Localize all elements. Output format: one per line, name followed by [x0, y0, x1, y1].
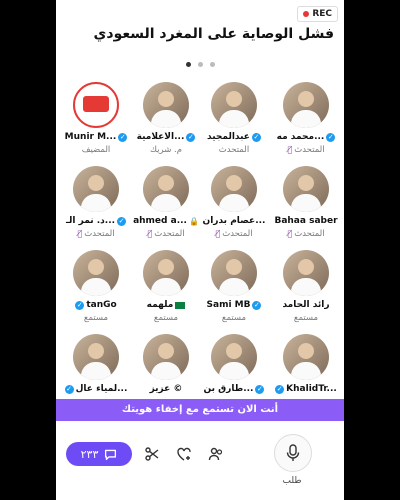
- verified-icon: ✓: [117, 216, 127, 226]
- bottom-toolbar: ٢٣٣ طلب: [56, 428, 344, 500]
- speaker-name: Munir M...: [64, 132, 117, 142]
- avatar[interactable]: [73, 166, 119, 212]
- speaker-role: المتحدث: [218, 144, 250, 155]
- avatar[interactable]: [283, 82, 329, 128]
- participants-button[interactable]: [204, 442, 228, 466]
- page-dot[interactable]: [209, 62, 215, 67]
- speaker-name: طارق بن...: [203, 384, 254, 394]
- room-title: فشل الوصاية على المغرد السعودي: [93, 26, 334, 42]
- page-dot[interactable]: [197, 62, 203, 67]
- verified-icon: ✓: [326, 132, 336, 142]
- speaker-card[interactable]: محمد مه... ✓ 🎙̸ المتحدث: [272, 82, 340, 162]
- speaker-role: المتحدث: [294, 228, 325, 239]
- speaker-role: المتحدث: [154, 228, 185, 239]
- avatar[interactable]: [143, 334, 189, 380]
- mic-off-icon: 🎙̸: [287, 145, 293, 154]
- speaker-role: المتحدث: [84, 228, 115, 239]
- verified-icon: ✓: [186, 132, 196, 142]
- mic-off-icon: 🎙̸: [287, 229, 293, 238]
- speaker-card[interactable]: Munir M... ✓ المضيف: [62, 82, 130, 162]
- verified-icon: ✓: [118, 132, 128, 142]
- people-icon: [208, 447, 223, 461]
- scissors-icon: [145, 447, 159, 461]
- speaker-role: م. شريك: [149, 144, 182, 155]
- avatar[interactable]: [283, 250, 329, 296]
- speaker-row: محمد مه... ✓ 🎙̸ المتحدث عبدالمجيد ✓ المتحدث…: [56, 82, 344, 162]
- avatar[interactable]: [143, 166, 189, 212]
- speaker-name: عبدالمجيد: [207, 132, 250, 142]
- chat-bubble-icon: [105, 449, 117, 460]
- comments-button[interactable]: ٢٣٣: [66, 442, 132, 466]
- lock-icon: 🔒: [188, 216, 199, 226]
- speaker-role: مستمع: [83, 312, 109, 323]
- speaker-name: tanGo: [86, 300, 117, 310]
- speaker-card[interactable]: رائد الحامد مستمع: [272, 250, 340, 330]
- speaker-name: الاعلامية...: [136, 132, 185, 142]
- speaker-card[interactable]: Bahaa saber 🎙̸ المتحدث: [272, 166, 340, 246]
- rec-label: REC: [312, 9, 332, 19]
- speaker-name: Bahaa saber: [274, 216, 338, 226]
- avatar[interactable]: [211, 166, 257, 212]
- space-screen: REC فشل الوصاية على المغرد السعودي محمد …: [56, 0, 344, 500]
- verified-icon: ✓: [275, 384, 285, 394]
- speaker-card[interactable]: ✓ tanGo مستمع: [62, 250, 130, 330]
- speaker-role: المتحدث: [294, 144, 325, 155]
- speaker-name: عصام بدران...: [202, 216, 266, 226]
- heart-plus-icon: [177, 447, 191, 461]
- page-dot[interactable]: [185, 62, 191, 67]
- verified-icon: ✓: [255, 384, 265, 394]
- verified-icon: ✓: [252, 300, 262, 310]
- avatar[interactable]: [143, 250, 189, 296]
- avatar[interactable]: [211, 82, 257, 128]
- recording-indicator: REC: [297, 6, 338, 22]
- request-to-speak-button[interactable]: [274, 434, 312, 472]
- speaker-name: رائد الحامد: [282, 300, 330, 310]
- mic-off-icon: 🎙̸: [77, 229, 83, 238]
- verified-icon: ✓: [64, 384, 74, 394]
- speaker-card[interactable]: الاعلامية... ✓ م. شريك: [132, 82, 200, 162]
- favorite-button[interactable]: [172, 442, 196, 466]
- speaker-card[interactable]: ملهمه مستمع: [132, 250, 200, 330]
- anonymous-listening-banner: أنت الان تستمع مع إخفاء هويتك: [56, 399, 344, 421]
- speaker-name: د. نمر الـ...: [65, 216, 116, 226]
- request-label: طلب: [282, 476, 302, 486]
- avatar[interactable]: [283, 166, 329, 212]
- speaker-role: مستمع: [221, 312, 247, 323]
- avatar[interactable]: [211, 250, 257, 296]
- microphone-icon: [286, 444, 300, 461]
- flag-icon: [175, 301, 186, 309]
- avatar[interactable]: [283, 334, 329, 380]
- speaker-role: المتحدث: [222, 228, 253, 239]
- mic-off-icon: 🎙̸: [147, 229, 153, 238]
- speaker-name: عزيز ©: [149, 384, 183, 394]
- speaker-row: Bahaa saber 🎙̸ المتحدث عصام بدران... 🎙̸ ال…: [56, 166, 344, 246]
- page-indicator[interactable]: [56, 62, 344, 67]
- verified-icon: ✓: [251, 132, 261, 142]
- speaker-name: ahmed a...: [133, 216, 187, 226]
- speaker-card[interactable]: ahmed a... 🔒 🎙̸ المتحدث: [132, 166, 200, 246]
- verified-icon: ✓: [75, 300, 85, 310]
- speaker-card[interactable]: عصام بدران... 🎙̸ المتحدث: [200, 166, 268, 246]
- mic-off-icon: 🎙̸: [215, 229, 221, 238]
- speaker-name: لمياء عال...: [75, 384, 128, 394]
- speaker-row: رائد الحامد مستمع Sami MB ✓ مستمع ملهمه م…: [56, 250, 344, 330]
- avatar[interactable]: [143, 82, 189, 128]
- speaker-name: محمد مه...: [276, 132, 325, 142]
- speaker-card[interactable]: عبدالمجيد ✓ المتحدث: [200, 82, 268, 162]
- speaker-card[interactable]: د. نمر الـ... ✓ 🎙̸ المتحدث: [62, 166, 130, 246]
- speaker-name: KhalidTr...: [286, 384, 337, 394]
- comment-count: ٢٣٣: [80, 447, 99, 461]
- speaker-role: مستمع: [153, 312, 179, 323]
- speaker-name: Sami MB: [206, 300, 251, 310]
- speaker-name: ملهمه: [146, 300, 174, 310]
- avatar[interactable]: [73, 334, 119, 380]
- record-dot-icon: [303, 11, 310, 17]
- avatar[interactable]: [211, 334, 257, 380]
- speaker-card[interactable]: Sami MB ✓ مستمع: [200, 250, 268, 330]
- speaker-role: المضيف: [81, 144, 111, 155]
- avatar-logo[interactable]: [73, 82, 119, 128]
- share-button[interactable]: [140, 442, 164, 466]
- avatar[interactable]: [73, 250, 119, 296]
- speaker-role: مستمع: [293, 312, 319, 323]
